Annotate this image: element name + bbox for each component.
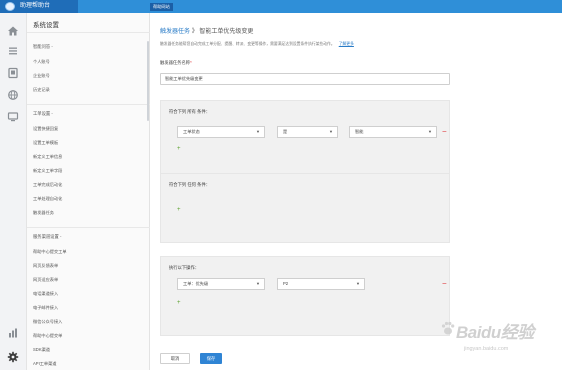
- learn-more-link[interactable]: 了解更多: [339, 42, 354, 46]
- sidebar-item-custom-ticket-info[interactable]: 新定义工单信息: [33, 154, 62, 160]
- task-name-input[interactable]: 智能工单优先级变更: [160, 73, 450, 85]
- actions-title: 执行以下操作：: [169, 265, 200, 270]
- actions-panel: 执行以下操作： 工单：优先级 ▼ P2 ▼ − +: [160, 256, 450, 336]
- breadcrumb-link[interactable]: 触发器任务: [160, 29, 190, 35]
- action-field-select[interactable]: 工单：优先级 ▼: [177, 278, 265, 290]
- add-icon[interactable]: +: [177, 300, 181, 306]
- condition-field-value: 工单状态: [183, 129, 200, 134]
- sidebar-item-personal-account[interactable]: 个人账号: [33, 59, 50, 65]
- page-description: 触发器任务能帮您自动完成工单分配、提醒、转派、变更等操作，需要满足达到设置条件执…: [160, 42, 354, 47]
- save-button[interactable]: 保存: [200, 353, 222, 364]
- top-tab-help-site[interactable]: 帮助网站: [150, 3, 173, 11]
- action-value-select[interactable]: P2 ▼: [277, 278, 365, 290]
- sidebar-item-phone-channel[interactable]: 电话渠道接入: [33, 291, 58, 297]
- sidebar-item-custom-ticket-field[interactable]: 新定义工单字段: [33, 168, 62, 174]
- task-name-label: 触发器任务名称*: [160, 60, 192, 66]
- chevron-down-icon: ▼: [356, 281, 360, 286]
- condition-field-select[interactable]: 工单状态 ▼: [177, 126, 265, 138]
- breadcrumb: 触发器任务 》 智能工单优先级变更: [160, 26, 253, 35]
- required-mark: *: [190, 60, 192, 65]
- action-value-value: P2: [283, 281, 289, 286]
- cancel-button[interactable]: 取消: [160, 353, 190, 364]
- sidebar-divider: [27, 227, 150, 228]
- sidebar-section-smart-qa[interactable]: 智能问答 -: [33, 44, 53, 50]
- watermark: Baidu经验 jingyan.baidu.com: [440, 318, 550, 360]
- sidebar-scrollbar[interactable]: [147, 41, 149, 121]
- sidebar-item-quick-reply[interactable]: 设置快捷回复: [33, 126, 58, 132]
- chevron-down-icon: ▼: [329, 129, 333, 134]
- sidebar-item-help-center-submit[interactable]: 帮助中心提交工单: [33, 249, 67, 255]
- chevron-down-icon: ▼: [428, 129, 432, 134]
- watermark-text: Baidu经验: [456, 323, 534, 342]
- chart-icon[interactable]: [7, 327, 19, 339]
- top-bar: 助理帮助台 帮助网站: [0, 0, 562, 13]
- sidebar-item-wechat-channel[interactable]: 微信公众号接入: [33, 319, 62, 325]
- sidebar-item-web-feedback-form[interactable]: 网页反馈表单: [33, 263, 58, 269]
- sidebar-item-enterprise-account[interactable]: 企业账号: [33, 73, 50, 79]
- sidebar-section-ticket-settings[interactable]: 工单设置 -: [33, 111, 53, 117]
- app-title: 助理帮助台: [20, 3, 51, 9]
- condition-operator-value: 是: [283, 129, 288, 134]
- brand-logo-icon: [5, 2, 15, 11]
- add-icon[interactable]: +: [177, 146, 181, 152]
- sidebar-item-web-adaptive-form[interactable]: 网页适应表单: [33, 277, 58, 283]
- sidebar-item-trigger-tasks[interactable]: 触发器任务: [33, 210, 54, 216]
- globe-icon[interactable]: [7, 89, 19, 101]
- chevron-down-icon: ▼: [256, 129, 260, 134]
- condition-all-title: 符合下列 所有 条件：: [169, 109, 211, 114]
- watermark-url: jingyan.baidu.com: [464, 346, 509, 352]
- home-icon[interactable]: [7, 25, 19, 37]
- sidebar-item-email-channel[interactable]: 电子邮件接入: [33, 305, 58, 311]
- condition-value-value: 智能: [355, 129, 364, 134]
- description-text: 触发器任务能帮您自动完成工单分配、提醒、转派、变更等操作，需要满足达到设置条件执…: [160, 42, 335, 46]
- icon-bar: [0, 13, 27, 370]
- add-icon[interactable]: +: [177, 207, 181, 213]
- sidebar-divider: [27, 32, 150, 33]
- condition-all-panel: 符合下列 所有 条件： 工单状态 ▼ 是 ▼ 智能 ▼ − +: [160, 100, 450, 179]
- settings-sidebar: 系统设置 智能问答 - 个人账号 企业账号 历史记录 工单设置 - 设置快捷回复…: [27, 13, 150, 370]
- sidebar-item-ticket-completion-automation[interactable]: 工单完成后动化: [33, 182, 62, 188]
- book-icon[interactable]: [7, 67, 19, 79]
- action-field-value: 工单：优先级: [183, 281, 209, 286]
- sidebar-divider: [27, 104, 150, 105]
- remove-icon[interactable]: −: [442, 280, 447, 288]
- sidebar-item-ticket-template[interactable]: 设置工单模板: [33, 140, 58, 146]
- page-title: 智能工单优先级变更: [199, 29, 254, 35]
- remove-icon[interactable]: −: [442, 128, 447, 136]
- sidebar-item-history[interactable]: 历史记录: [33, 87, 50, 93]
- breadcrumb-separator: 》: [191, 29, 198, 35]
- sidebar-item-api-channel[interactable]: API工单渠道: [33, 361, 57, 367]
- condition-any-panel: 符合下列 任何 条件： +: [160, 173, 450, 243]
- main-content: 触发器任务 》 智能工单优先级变更 触发器任务能帮您自动完成工单分配、提醒、转派…: [150, 13, 562, 370]
- sidebar-title: 系统设置: [33, 22, 59, 29]
- condition-operator-select[interactable]: 是 ▼: [277, 126, 338, 138]
- chevron-down-icon: ▼: [256, 281, 260, 286]
- paw-icon: [441, 321, 455, 335]
- sidebar-section-service-channels[interactable]: 服务渠道设置 -: [33, 234, 61, 240]
- gear-icon[interactable]: [7, 351, 19, 363]
- sidebar-item-help-center-submit-2[interactable]: 帮助中心提交单: [33, 333, 62, 339]
- task-name-label-text: 触发器任务名称: [160, 60, 191, 65]
- list-icon[interactable]: [7, 45, 19, 57]
- brand[interactable]: 助理帮助台: [0, 0, 78, 13]
- sidebar-item-ticket-processing-automation[interactable]: 工单处理自动化: [33, 196, 62, 202]
- monitor-icon[interactable]: [7, 111, 19, 123]
- condition-value-select[interactable]: 智能 ▼: [349, 126, 437, 138]
- condition-any-title: 符合下列 任何 条件：: [169, 182, 211, 187]
- sidebar-item-sdk-channel[interactable]: SDK渠道: [33, 347, 50, 353]
